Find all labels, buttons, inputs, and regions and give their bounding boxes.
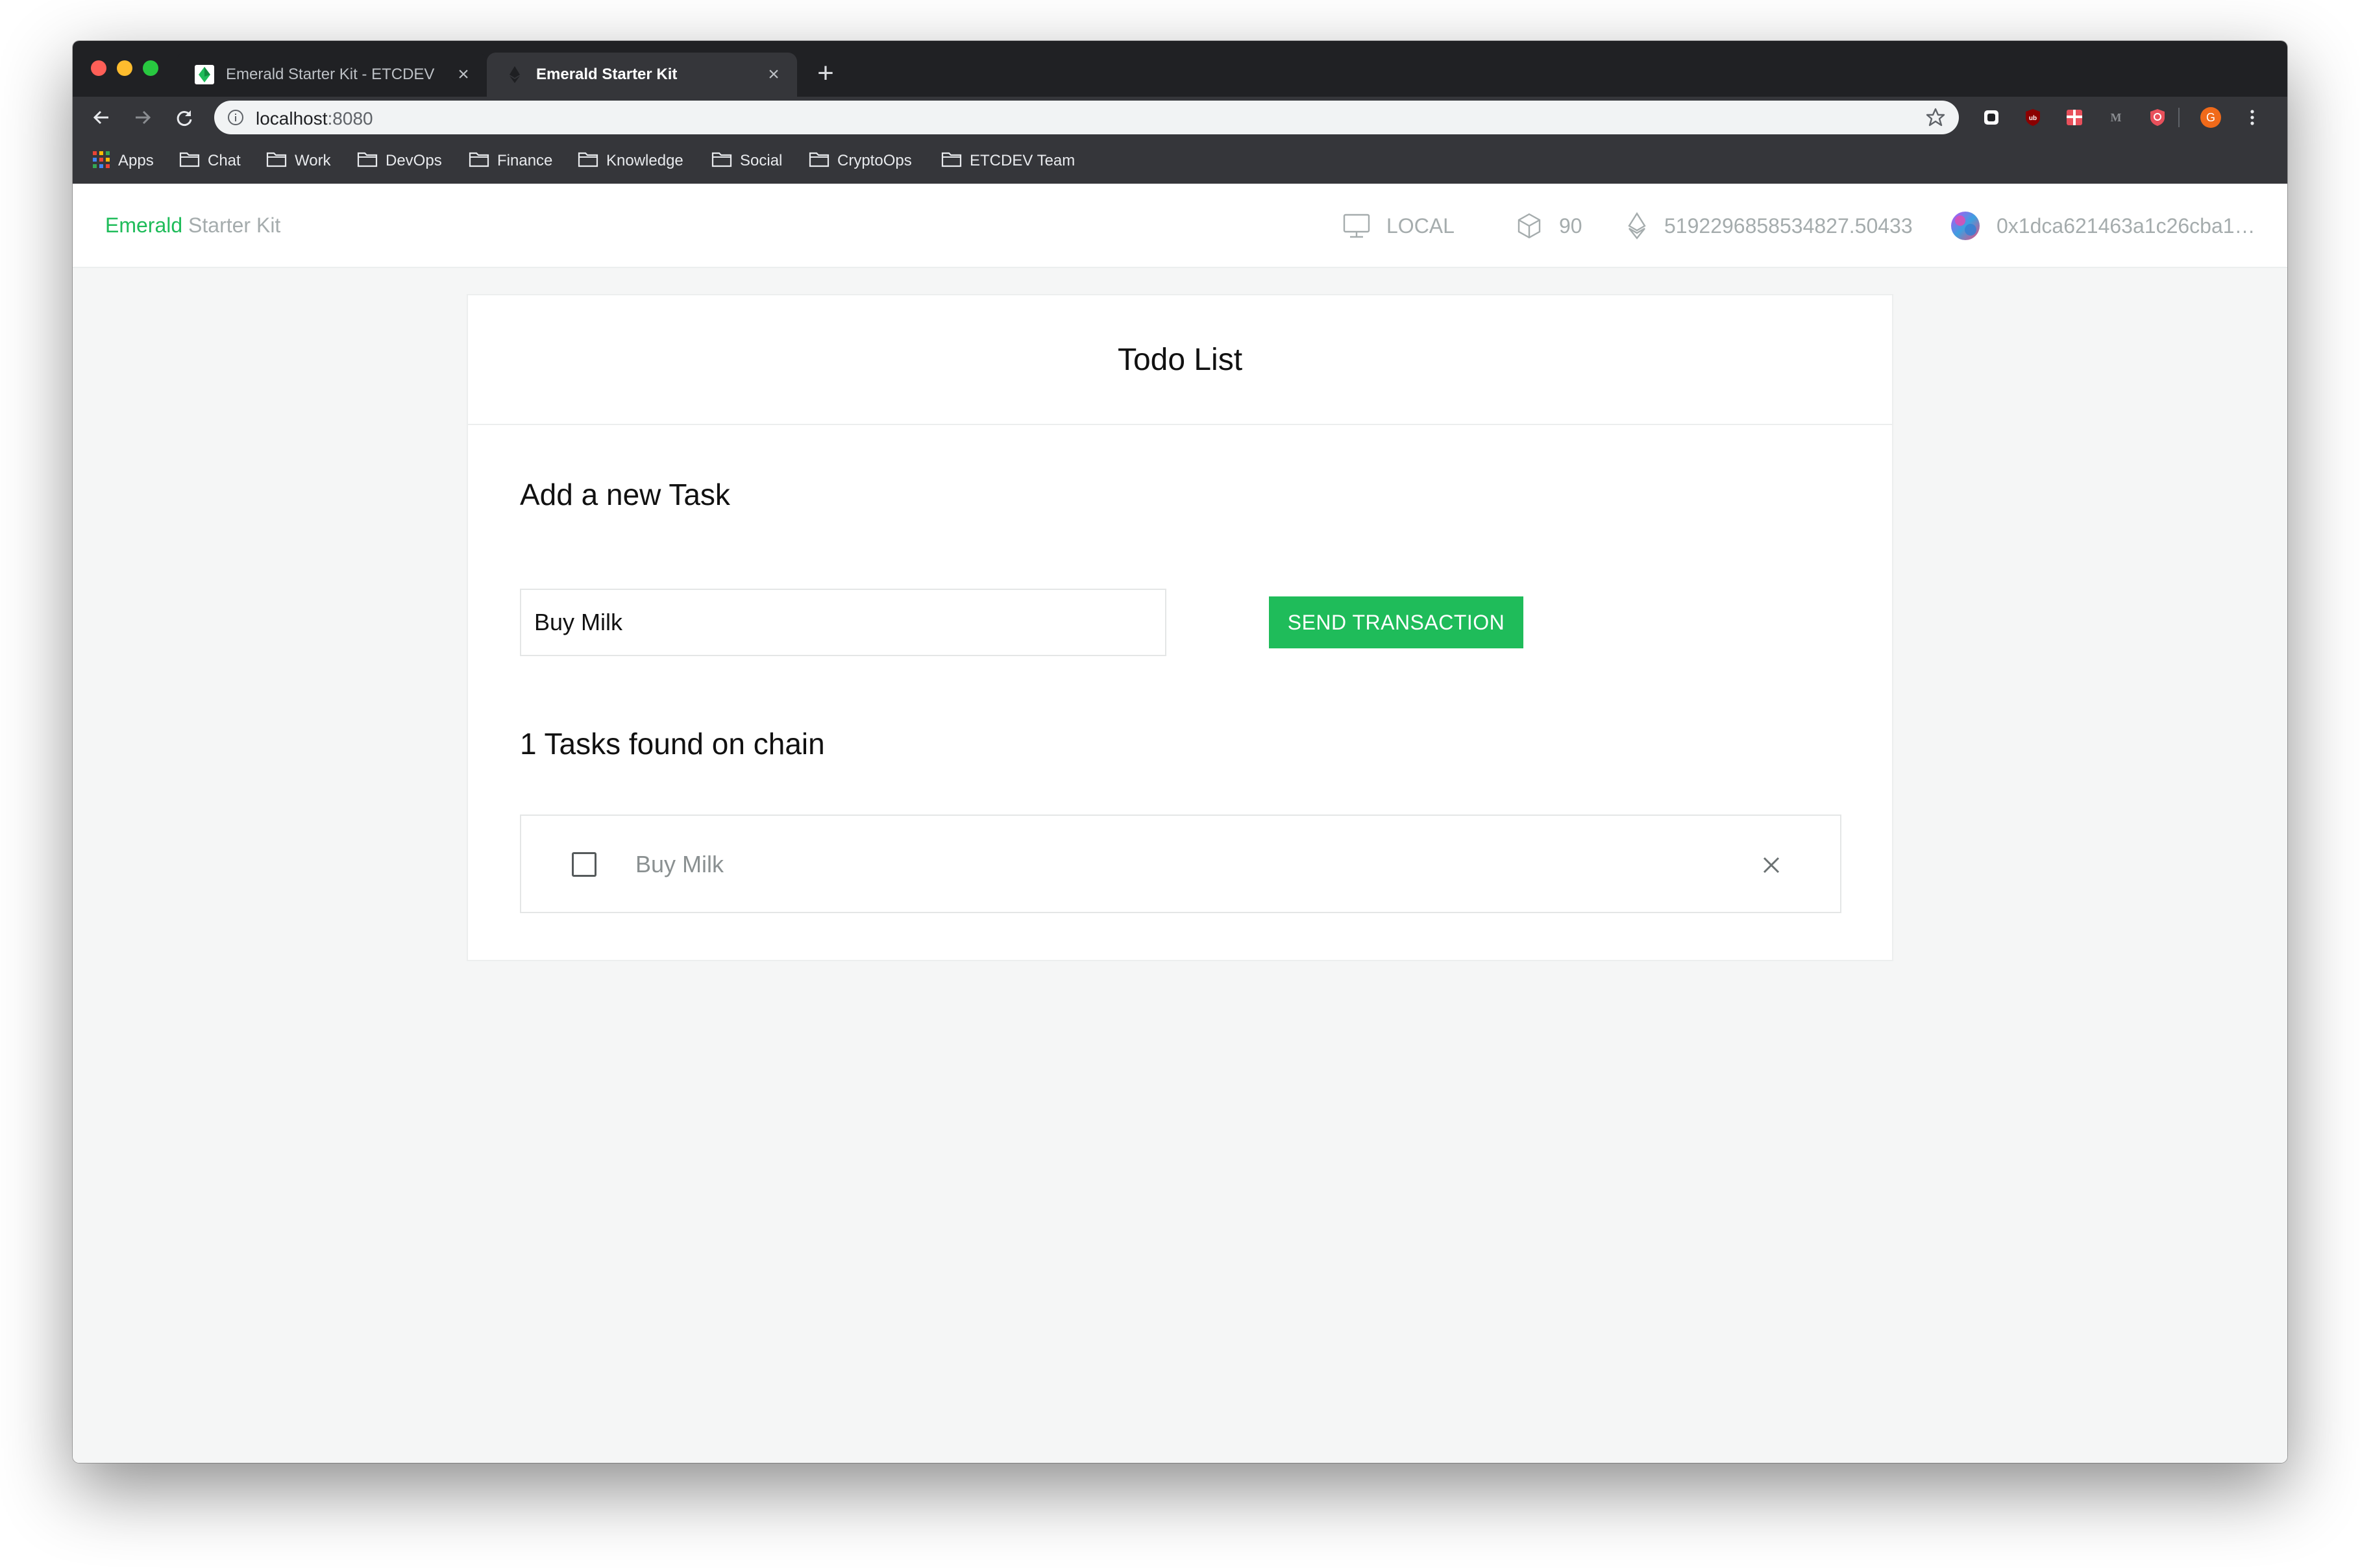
bookmark-folder-chat[interactable]: Chat: [179, 150, 241, 172]
monitor-icon: [1343, 214, 1370, 238]
ublock-extension-icon[interactable]: ub: [2022, 107, 2043, 128]
tab-title: Emerald Starter Kit - ETCDEV: [226, 66, 435, 83]
bookmark-star-icon[interactable]: [1925, 107, 1946, 128]
m-extension-icon[interactable]: M: [2106, 107, 2126, 128]
tab-close-icon[interactable]: ×: [765, 65, 783, 84]
folder-icon: [469, 151, 489, 171]
tab-etcdev[interactable]: Emerald Starter Kit - ETCDEV ×: [177, 53, 487, 97]
app-header: Emerald Starter Kit LOCAL 90 51922968585…: [73, 184, 2287, 268]
bookmark-folder-knowledge[interactable]: Knowledge: [578, 150, 683, 172]
page-title: Todo List: [1117, 342, 1243, 377]
bookmark-folder-cryptoops[interactable]: CryptoOps: [809, 150, 912, 172]
block-number-indicator: 90: [1515, 210, 1582, 242]
address-bar[interactable]: localhost:8080: [214, 101, 1959, 134]
sync-extension-icon[interactable]: [1981, 107, 2002, 128]
balance-indicator: 5192296858534827.50433: [1625, 210, 1913, 242]
add-task-heading: Add a new Task: [520, 478, 730, 511]
delete-task-icon[interactable]: [1758, 852, 1784, 878]
back-icon[interactable]: [87, 103, 116, 132]
shield-extension-icon[interactable]: [2147, 107, 2168, 128]
window-zoom-button[interactable]: [143, 60, 158, 76]
emerald-favicon-icon: [195, 65, 214, 84]
account-indicator[interactable]: 0x1dca621463a1c26cba1…: [1950, 210, 2256, 242]
ether-icon: [1628, 212, 1646, 239]
tab-emerald-starter-kit[interactable]: Emerald Starter Kit ×: [487, 53, 797, 97]
card-header: Todo List: [468, 295, 1892, 425]
tab-close-icon[interactable]: ×: [454, 65, 473, 84]
new-tab-button[interactable]: +: [813, 59, 839, 88]
bookmarks-bar: Apps Chat Work DevOps Finance Knowledge …: [73, 138, 2287, 184]
gift-extension-icon[interactable]: [2064, 107, 2085, 128]
url-text: localhost:8080: [256, 108, 373, 129]
page-content: Emerald Starter Kit LOCAL 90 51922968585…: [73, 184, 2287, 1463]
tab-strip: Emerald Starter Kit - ETCDEV × Emerald S…: [73, 41, 2287, 97]
folder-icon: [711, 151, 732, 171]
site-info-icon[interactable]: [227, 109, 244, 126]
folder-icon: [266, 151, 287, 171]
folder-icon: [941, 151, 962, 171]
window-close-button[interactable]: [91, 60, 106, 76]
bookmark-apps[interactable]: Apps: [92, 150, 154, 172]
bookmark-folder-finance[interactable]: Finance: [469, 150, 552, 172]
bookmark-folder-work[interactable]: Work: [266, 150, 331, 172]
folder-icon: [809, 151, 830, 171]
browser-toolbar: localhost:8080 ub M G: [73, 97, 2287, 138]
reload-icon[interactable]: [170, 103, 199, 132]
task-input[interactable]: [520, 589, 1166, 656]
send-transaction-button[interactable]: SEND TRANSACTION: [1269, 596, 1523, 648]
account-avatar-icon: [1951, 212, 1980, 240]
task-checkbox[interactable]: [572, 852, 596, 877]
network-indicator: LOCAL: [1342, 210, 1455, 242]
browser-menu-icon[interactable]: [2242, 107, 2263, 128]
app-brand[interactable]: Emerald Starter Kit: [105, 214, 280, 238]
folder-icon: [179, 151, 200, 171]
apps-grid-icon: [92, 151, 110, 172]
forward-icon[interactable]: [129, 103, 157, 132]
cube-icon: [1518, 213, 1541, 239]
task-label: Buy Milk: [635, 851, 724, 877]
folder-icon: [357, 151, 378, 171]
bookmark-folder-social[interactable]: Social: [711, 150, 782, 172]
bookmark-folder-etcdev-team[interactable]: ETCDEV Team: [941, 150, 1075, 172]
toolbar-divider: [2178, 108, 2180, 127]
svg-text:ub: ub: [2029, 115, 2037, 122]
profile-avatar[interactable]: G: [2200, 107, 2221, 128]
folder-icon: [578, 151, 598, 171]
bookmark-folder-devops[interactable]: DevOps: [357, 150, 442, 172]
tasks-found-heading: 1 Tasks found on chain: [520, 727, 825, 761]
tab-title: Emerald Starter Kit: [536, 66, 678, 83]
ethereum-favicon-icon: [505, 65, 524, 84]
browser-window: Emerald Starter Kit - ETCDEV × Emerald S…: [73, 41, 2287, 1463]
task-row: Buy Milk: [520, 815, 1841, 913]
window-minimize-button[interactable]: [117, 60, 132, 76]
todo-card: Todo List Add a new Task SEND TRANSACTIO…: [467, 294, 1893, 961]
